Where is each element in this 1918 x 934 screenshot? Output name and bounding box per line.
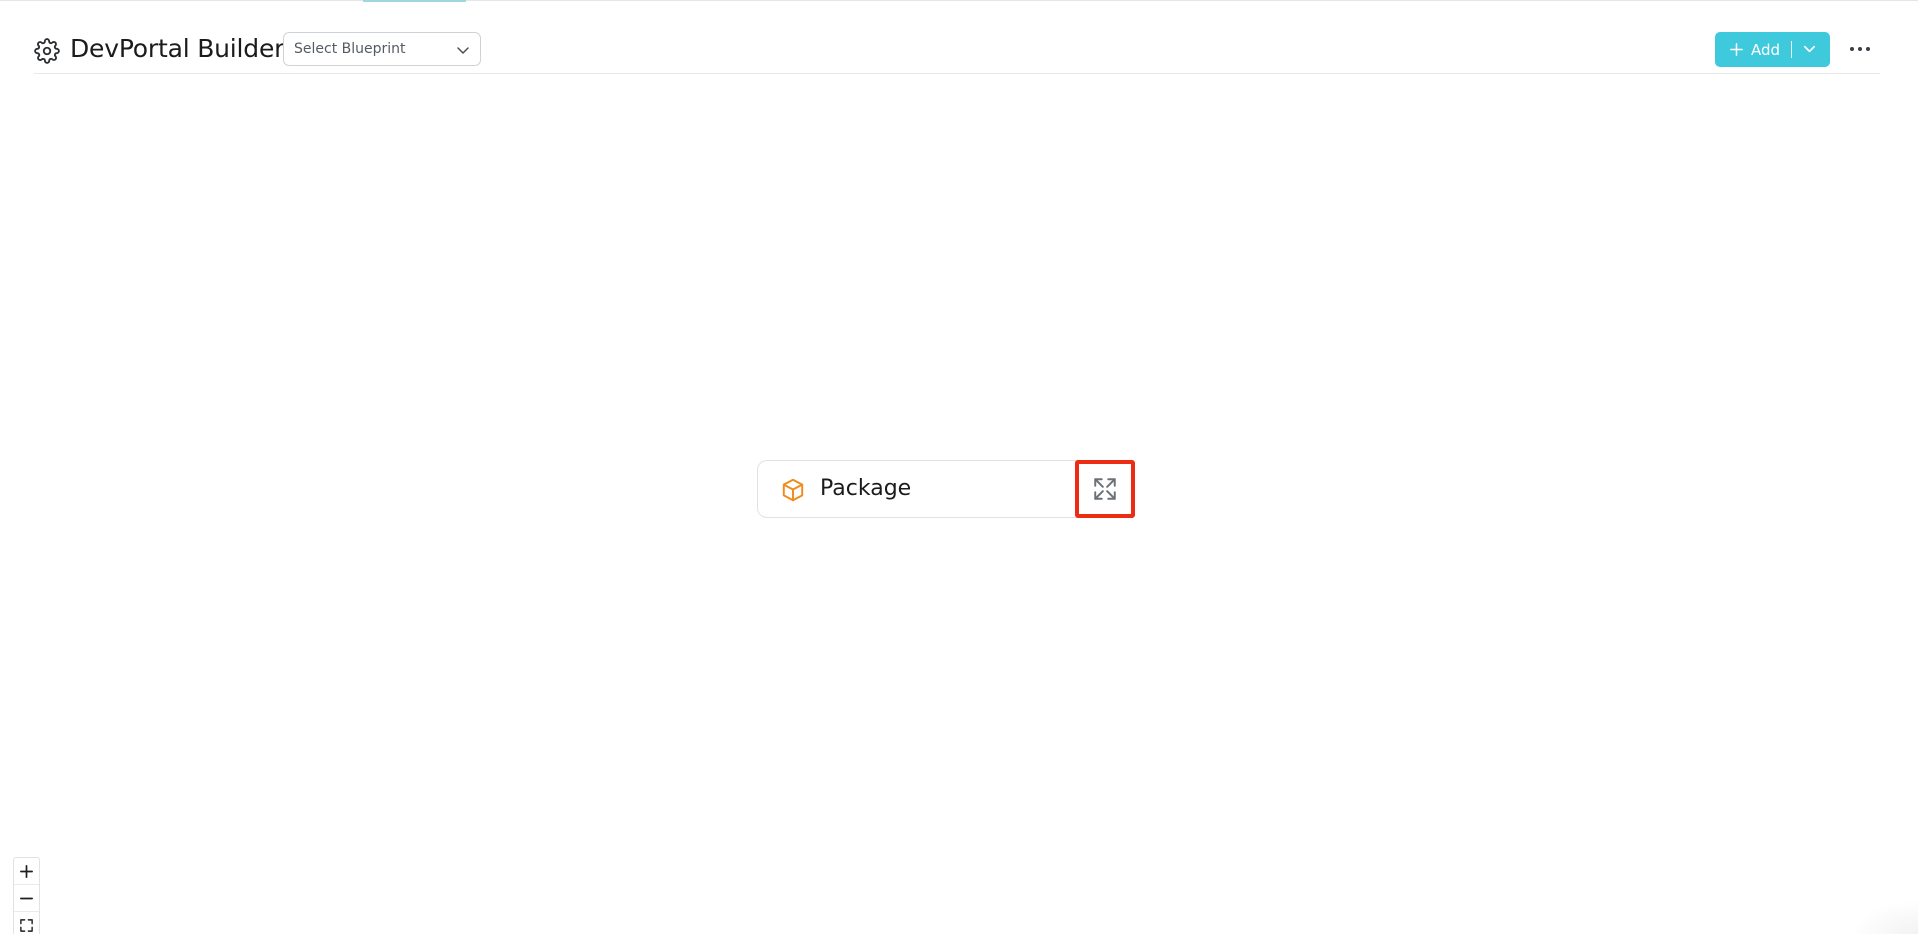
canvas-controls [13,857,40,934]
blueprint-select[interactable]: Select Blueprint [283,32,481,66]
more-horizontal-icon [1850,47,1854,51]
top-border [0,0,1918,1]
gear-icon[interactable] [34,38,60,64]
more-horizontal-icon-dot [1858,47,1862,51]
page-title: DevPortal Builder [70,34,285,63]
corner-shadow [1850,900,1918,934]
add-button-label: Add [1751,41,1781,59]
active-tab-indicator [363,0,466,2]
chevron-down-icon [457,47,469,54]
expand-icon [1094,478,1116,500]
minus-icon [20,897,33,900]
page-header: DevPortal Builder Select Blueprint Add [34,31,1880,74]
expand-button[interactable] [1075,460,1135,518]
devportal-builder-page: DevPortal Builder Select Blueprint Add P… [0,0,1918,934]
package-node[interactable]: Package [757,460,1135,518]
blueprint-select-placeholder: Select Blueprint [294,41,406,57]
zoom-out-button[interactable] [14,885,39,912]
node-label: Package [820,476,912,501]
fit-view-button[interactable] [14,912,39,934]
fit-view-icon [20,919,33,932]
package-icon [782,478,804,502]
add-button-divider [1791,41,1792,58]
more-options-button[interactable] [1847,38,1873,60]
plus-icon [1730,43,1743,56]
chevron-down-icon[interactable] [1802,42,1817,57]
more-horizontal-icon-dot [1866,47,1870,51]
add-button[interactable]: Add [1715,32,1830,67]
zoom-in-button[interactable] [14,858,39,885]
plus-icon [20,865,33,878]
